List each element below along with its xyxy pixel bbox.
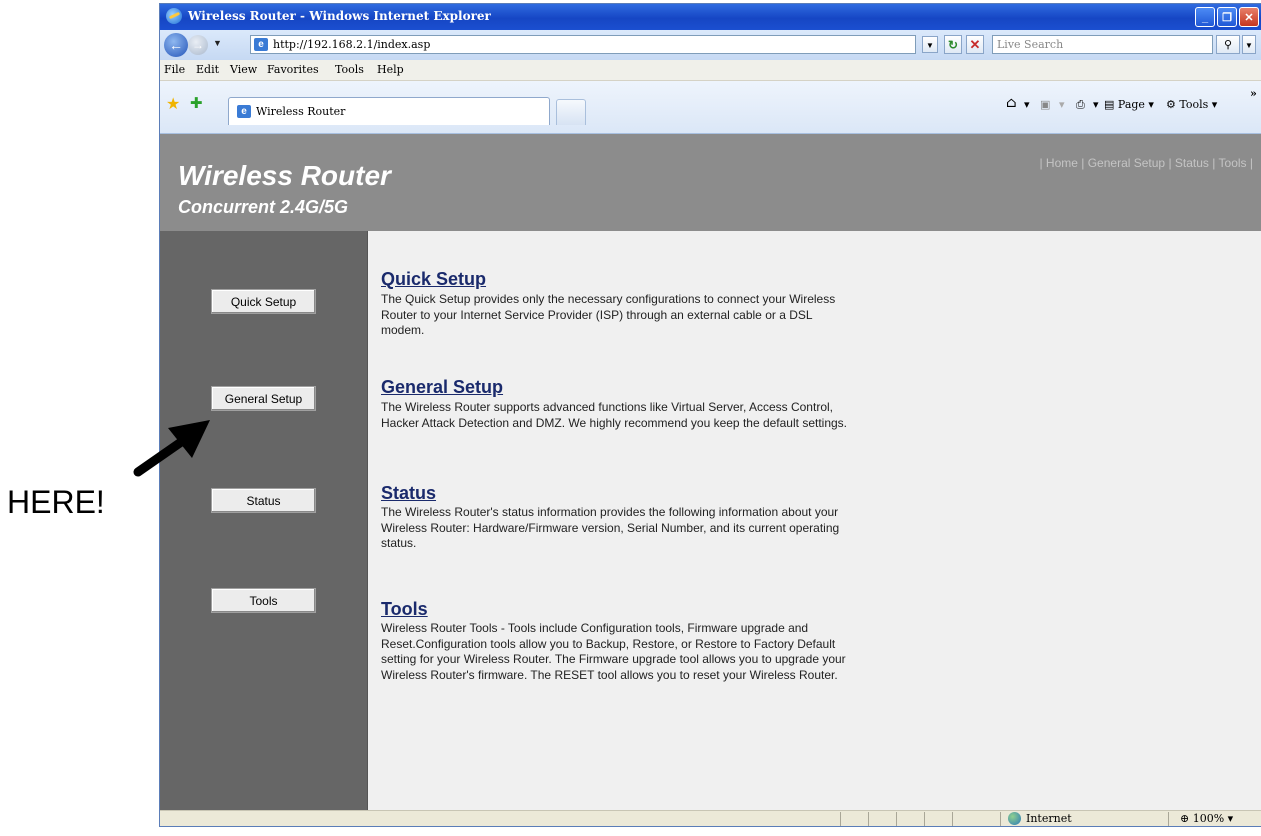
feeds-icon[interactable]: ▣	[1040, 98, 1050, 111]
status-divider	[1000, 812, 1001, 826]
print-icon[interactable]: ⎙	[1076, 98, 1085, 112]
url-dropdown-button[interactable]: ▼	[922, 36, 938, 53]
add-favorite-icon[interactable]: ✚	[190, 94, 203, 112]
close-button[interactable]: ✕	[1239, 7, 1259, 27]
chevron-down-icon[interactable]: ▾	[1093, 98, 1099, 111]
menu-bar: File Edit View Favorites Tools Help	[160, 60, 1261, 81]
globe-icon	[1008, 812, 1021, 825]
search-button[interactable]: ⚲	[1216, 35, 1240, 54]
tab-label: Wireless Router	[256, 105, 346, 118]
status-bar: Internet ⊕ 100% ▾	[160, 810, 1261, 826]
page-content: Wireless Router Concurrent 2.4G/5G | Hom…	[160, 134, 1261, 810]
page-menu-icon: ▤	[1104, 98, 1115, 111]
router-subtitle: Concurrent 2.4G/5G	[178, 197, 349, 217]
section-title-quick-setup[interactable]: Quick Setup	[381, 269, 486, 290]
nav-link-home[interactable]: Home	[1046, 156, 1078, 170]
section-title-status[interactable]: Status	[381, 483, 436, 504]
menu-file[interactable]: File	[164, 63, 185, 76]
status-divider	[952, 812, 953, 826]
nav-link-tools[interactable]: Tools	[1219, 156, 1247, 170]
section-desc-status: The Wireless Router's status information…	[381, 505, 840, 550]
nav-link-status[interactable]: Status	[1175, 156, 1209, 170]
zoom-level-button[interactable]: ⊕ 100% ▾	[1180, 812, 1233, 825]
arrow-annotation-icon	[133, 420, 210, 477]
chevron-down-icon[interactable]: ▾	[1024, 98, 1030, 111]
search-dropdown-button[interactable]: ▼	[1242, 35, 1256, 54]
page-icon: e	[254, 38, 268, 51]
search-icon: ⚲	[1223, 39, 1233, 51]
quick-setup-button[interactable]: Quick Setup	[211, 289, 316, 314]
maximize-button[interactable]: ❐	[1217, 7, 1237, 27]
menu-view[interactable]: View	[230, 63, 257, 76]
refresh-button[interactable]: ↻	[944, 35, 962, 54]
menu-tools[interactable]: Tools	[335, 63, 364, 76]
menu-favorites[interactable]: Favorites	[267, 63, 319, 76]
home-icon[interactable]: ⌂	[1006, 95, 1017, 111]
status-divider	[868, 812, 869, 826]
section-desc-tools: Wireless Router Tools - Tools include Co…	[381, 621, 846, 682]
tools-button[interactable]: Tools	[211, 588, 316, 613]
stop-button[interactable]: ✕	[966, 35, 984, 54]
page-icon: e	[237, 105, 251, 118]
back-icon: ←	[169, 37, 183, 53]
chevron-down-icon: ▼	[926, 41, 934, 50]
here-annotation: HERE!	[7, 484, 105, 520]
url-input[interactable]: e http://192.168.2.1/index.asp	[250, 35, 916, 54]
url-text: http://192.168.2.1/index.asp	[273, 38, 431, 51]
forward-button[interactable]: →	[188, 35, 208, 55]
page-menu-label: Page	[1117, 98, 1145, 111]
page-menu-button[interactable]: ▤ Page ▾	[1104, 98, 1154, 111]
router-header: Wireless Router Concurrent 2.4G/5G | Hom…	[160, 134, 1261, 231]
gear-icon: ⚙	[1166, 98, 1176, 111]
window-title: Wireless Router - Windows Internet Explo…	[188, 9, 491, 23]
address-toolbar: ← → ▼ e http://192.168.2.1/index.asp ▼ ↻…	[160, 30, 1261, 60]
menu-help[interactable]: Help	[377, 63, 404, 76]
zoom-icon: ⊕	[1180, 812, 1190, 825]
title-bar: Wireless Router - Windows Internet Explo…	[160, 4, 1261, 30]
section-title-tools[interactable]: Tools	[381, 599, 428, 620]
tab-wireless-router[interactable]: e Wireless Router	[228, 97, 550, 125]
chevron-down-icon: ▾	[1059, 98, 1065, 111]
chevron-down-icon: ▼	[1245, 41, 1253, 50]
search-placeholder: Live Search	[997, 38, 1064, 51]
zoom-value: 100%	[1192, 812, 1225, 825]
back-button[interactable]: ←	[164, 33, 188, 57]
section-desc-general-setup: The Wireless Router supports advanced fu…	[381, 400, 848, 430]
menu-edit[interactable]: Edit	[196, 63, 219, 76]
new-tab-button[interactable]	[556, 99, 586, 125]
security-zone: Internet	[1026, 812, 1072, 825]
recent-pages-dropdown[interactable]: ▼	[213, 38, 222, 48]
stop-icon: ✕	[969, 37, 981, 52]
chevron-down-icon: ▼	[213, 38, 222, 48]
section-desc-quick-setup: The Quick Setup provides only the necess…	[381, 292, 836, 337]
toolbar-overflow-button[interactable]: »	[1250, 87, 1257, 100]
tab-bar: ★ ✚ e Wireless Router ⌂ ▾ ▣ ▾ ⎙ ▾ ▤ Page…	[160, 81, 1261, 134]
status-divider	[896, 812, 897, 826]
browser-window: Wireless Router - Windows Internet Explo…	[160, 4, 1261, 826]
forward-icon: →	[192, 38, 204, 52]
minimize-button[interactable]: _	[1195, 7, 1215, 27]
status-button[interactable]: Status	[211, 488, 316, 513]
router-title: Wireless Router	[178, 160, 391, 191]
nav-link-general-setup[interactable]: General Setup	[1088, 156, 1165, 170]
tools-menu-button[interactable]: ⚙ Tools ▾	[1166, 98, 1217, 111]
refresh-icon: ↻	[947, 38, 959, 52]
status-divider	[924, 812, 925, 826]
search-input[interactable]: Live Search	[992, 35, 1213, 54]
general-setup-button[interactable]: General Setup	[211, 386, 316, 411]
ie-logo-icon	[166, 8, 182, 24]
nav-separator: |	[1249, 156, 1253, 170]
router-sidebar: Quick Setup General Setup Status Tools	[160, 231, 368, 810]
tools-menu-label: Tools	[1179, 98, 1209, 111]
favorites-star-icon[interactable]: ★	[166, 94, 180, 114]
top-nav: | Home | General Setup | Status | Tools …	[1039, 156, 1253, 170]
status-divider	[1168, 812, 1169, 826]
section-title-general-setup[interactable]: General Setup	[381, 377, 503, 398]
main-panel: Quick Setup The Quick Setup provides onl…	[381, 231, 1251, 810]
status-divider	[840, 812, 841, 826]
